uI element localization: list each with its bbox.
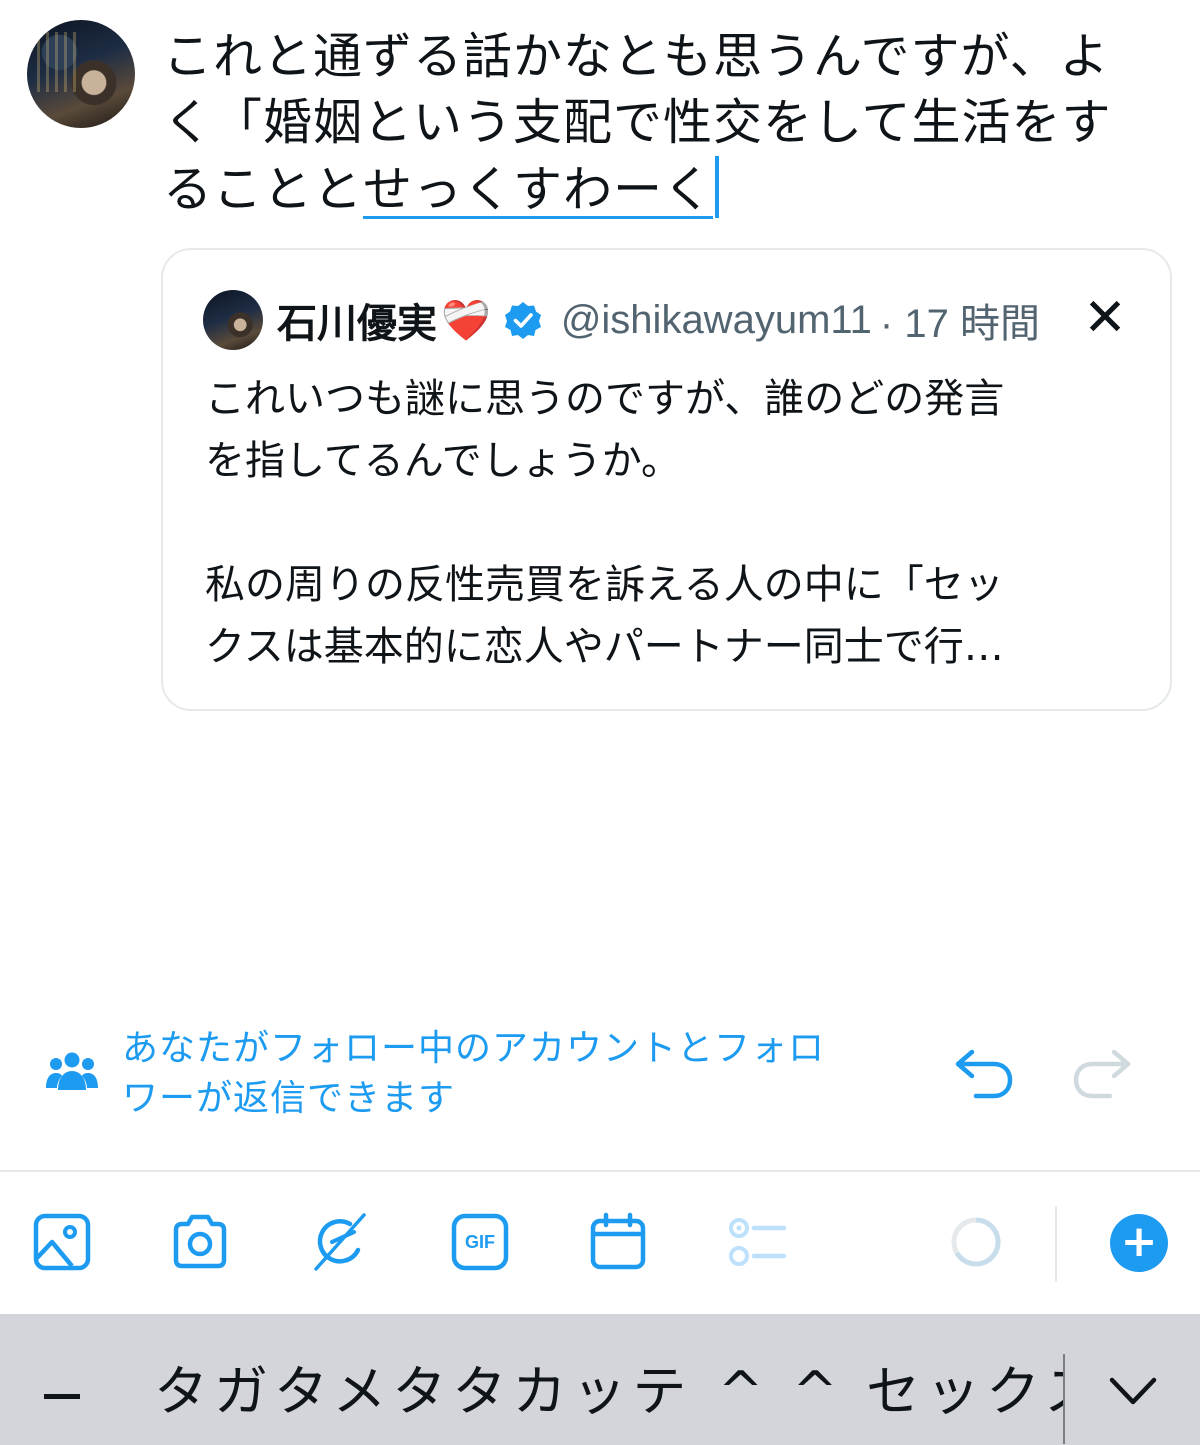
- quoted-post-time: · 17 時間: [879, 302, 1040, 346]
- verified-badge-icon: [504, 302, 541, 339]
- mending-heart-emoji: ❤️‍🩹: [441, 297, 491, 344]
- quoted-post-text: これいつも謎に思うのですが、誰のどの発言 を指してるんでしょうか。 私の周りの反…: [205, 376, 1005, 670]
- remove-quote-button[interactable]: ✕: [1075, 288, 1135, 348]
- compose-toolbar: GIF +: [0, 1172, 1200, 1314]
- people-icon: [46, 1052, 98, 1090]
- quoted-author-handle: @ishikawayum11: [560, 297, 872, 342]
- composing-text: せっくすわーく: [363, 161, 714, 218]
- toolbar-separator: [1055, 1206, 1057, 1282]
- gif-button[interactable]: GIF: [450, 1212, 510, 1272]
- candidate-item[interactable]: ^ ^: [718, 1356, 844, 1428]
- reply-settings-line-1: あなたがフォロー中のアカウントとフォロ: [122, 1028, 826, 1069]
- undo-icon[interactable]: [950, 1042, 1016, 1102]
- add-icon: +: [1120, 1216, 1158, 1267]
- poll-icon[interactable]: [728, 1212, 788, 1272]
- text-caret: [715, 156, 720, 218]
- compose-line-3: ることとせっくすわーく: [163, 156, 1178, 223]
- candidate-item[interactable]: タガタメタタカッテ: [154, 1356, 692, 1428]
- compose-line-3-prefix: ることと: [163, 161, 364, 218]
- image-icon[interactable]: [32, 1212, 92, 1272]
- quoted-post-header: 石川優実 ❤️‍🩹 @ishikawayum11 · 17 時間: [277, 288, 1040, 352]
- user-avatar[interactable]: [27, 20, 135, 128]
- tweet-compose-text[interactable]: これと通ずる話かなとも思うんですが、よ く「婚姻という支配で性交をして生活をす …: [163, 24, 1178, 223]
- reply-settings-line-2: ワーが返信できます: [122, 1078, 456, 1119]
- x-close-icon: ✕: [1083, 288, 1127, 348]
- grok-icon[interactable]: [310, 1212, 370, 1272]
- gif-label: GIF: [465, 1232, 495, 1252]
- reply-settings-row[interactable]: あなたがフォロー中のアカウントとフォロ ワーが返信できます: [44, 1024, 1164, 1124]
- quoted-post-card[interactable]: 石川優実 ❤️‍🩹 @ishikawayum11 · 17 時間 ✕ これいつも…: [161, 248, 1172, 711]
- quoted-author-avatar: [203, 290, 263, 350]
- compose-line-2: く「婚姻という支配で性交をして生活をす: [163, 94, 1112, 151]
- quoted-author-name: 石川優実: [277, 301, 437, 347]
- candidate-item[interactable]: セックス: [866, 1356, 1063, 1428]
- chevron-down-icon[interactable]: [1106, 1370, 1160, 1410]
- camera-icon[interactable]: [170, 1212, 230, 1272]
- reply-settings-label: あなたがフォロー中のアカウントとフォロ ワーが返信できます: [122, 1024, 882, 1124]
- redo-icon[interactable]: [1070, 1042, 1136, 1102]
- progress-ring: [951, 1217, 1001, 1267]
- candidate-separator: [1063, 1354, 1065, 1444]
- compose-line-1: これと通ずる話かなとも思うんですが、よ: [163, 28, 1110, 85]
- add-post-button[interactable]: +: [1110, 1214, 1168, 1272]
- schedule-icon[interactable]: [588, 1212, 648, 1272]
- candidate-underscore[interactable]: [44, 1394, 80, 1399]
